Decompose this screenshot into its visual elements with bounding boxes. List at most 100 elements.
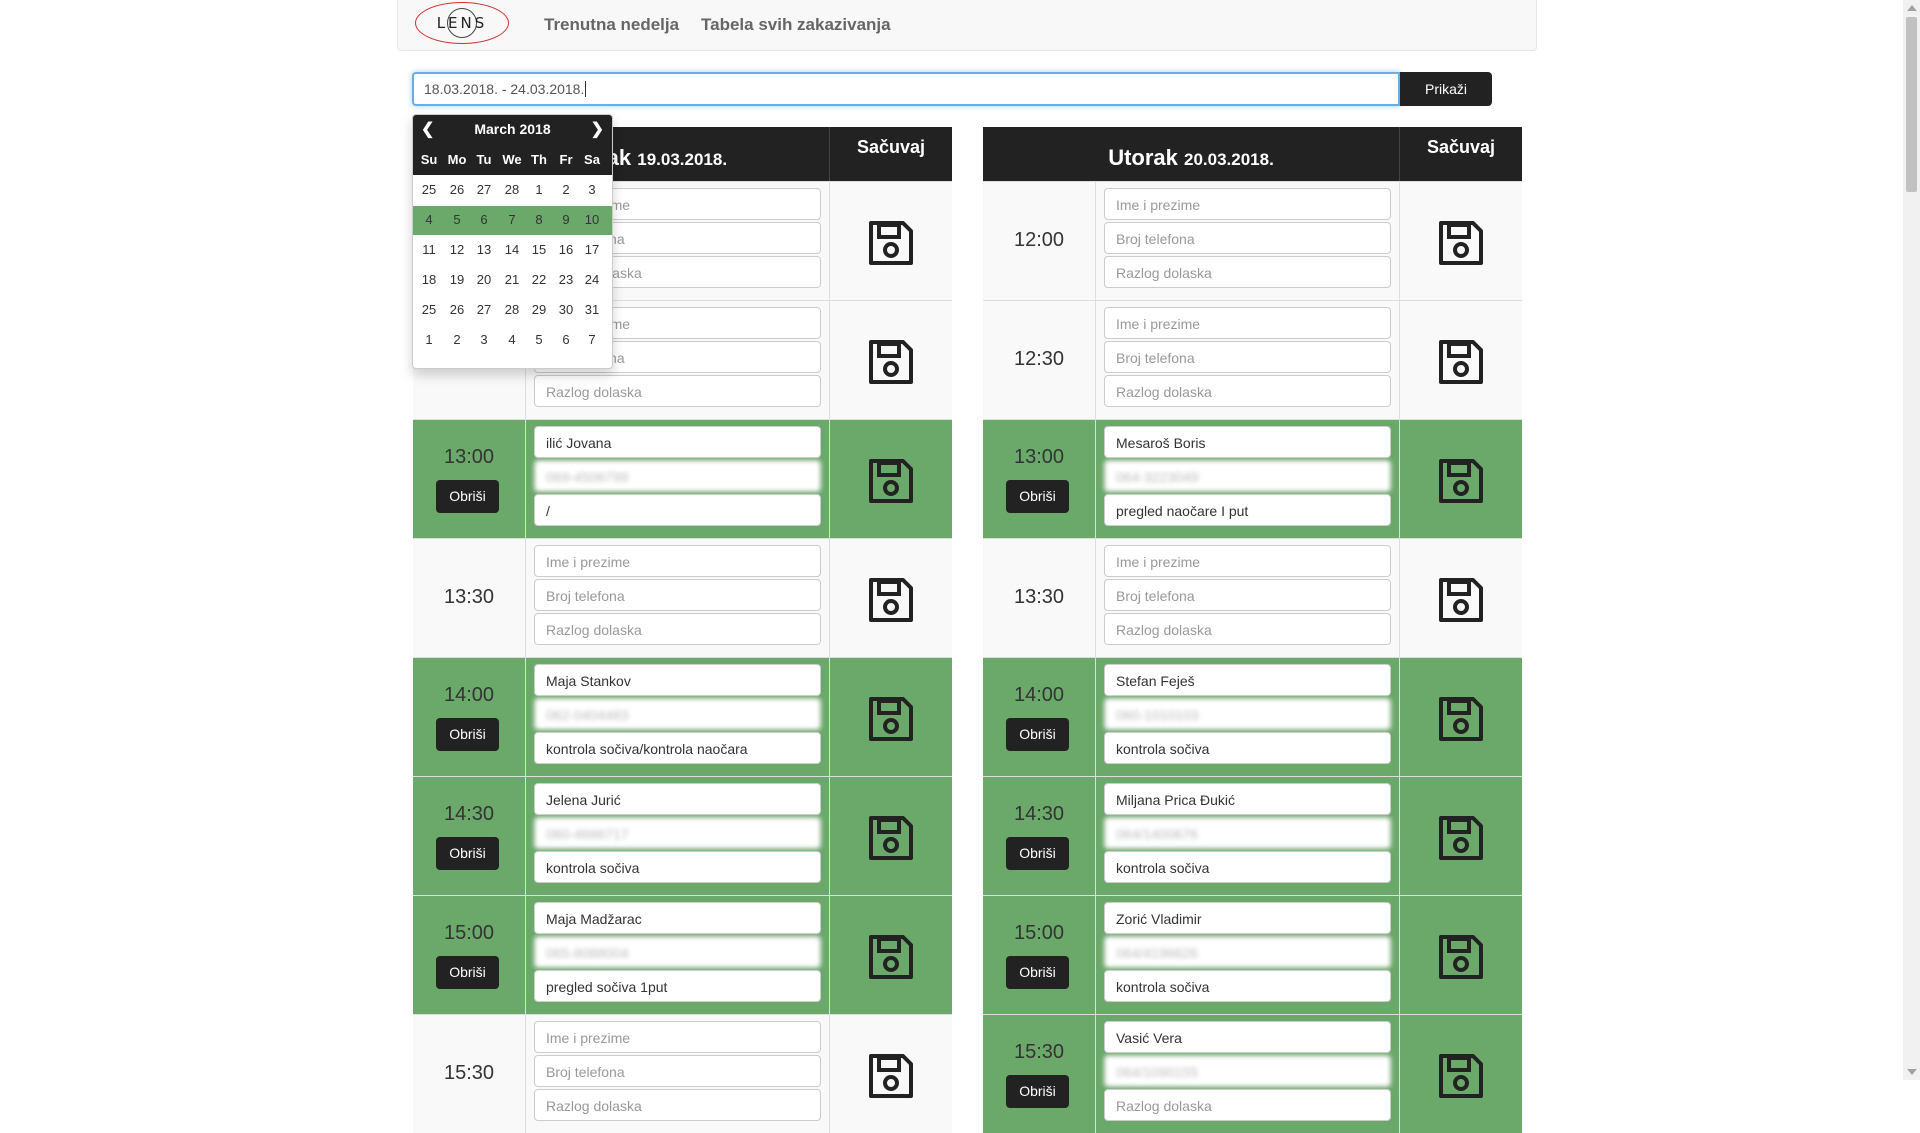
page-scrollbar[interactable] [1903,0,1920,1080]
name-field[interactable]: Ime i prezime [1104,188,1391,220]
show-button[interactable]: Prikaži [1400,72,1492,106]
datepicker-day[interactable]: 8 [525,212,553,227]
datepicker-day[interactable]: 15 [525,242,553,257]
datepicker-day[interactable]: 28 [498,302,526,317]
datepicker-month-title[interactable]: March 2018 [413,121,612,137]
phone-field[interactable]: Broj telefona [534,579,821,611]
phone-field[interactable]: 064/1400676 [1104,817,1391,849]
datepicker-day[interactable]: 30 [552,302,580,317]
name-field[interactable]: Ime i prezime [1104,545,1391,577]
datepicker-day[interactable]: 26 [443,302,471,317]
reason-field[interactable]: Razlog dolaska [1104,1089,1391,1121]
floppy-disk-icon[interactable] [867,457,915,505]
datepicker-day[interactable]: 14 [498,242,526,257]
datepicker-day[interactable]: 6 [552,332,580,347]
datepicker-day[interactable]: 5 [525,332,553,347]
floppy-disk-icon[interactable] [1437,576,1485,624]
reason-field[interactable]: Razlog dolaska [1104,375,1391,407]
name-field[interactable]: Ime i prezime [534,1021,821,1053]
phone-field[interactable]: 064-3223049 [1104,460,1391,492]
floppy-disk-icon[interactable] [867,219,915,267]
delete-button[interactable]: Obriši [436,956,499,989]
reason-field[interactable]: kontrola sočiva [1104,970,1391,1002]
phone-field[interactable]: 064/1090155 [1104,1055,1391,1087]
datepicker-day[interactable]: 16 [552,242,580,257]
phone-field[interactable]: Broj telefona [1104,579,1391,611]
name-field[interactable]: Vasić Vera [1104,1021,1391,1053]
datepicker-day[interactable]: 10 [578,212,606,227]
datepicker-day[interactable]: 29 [525,302,553,317]
scroll-up-arrow-icon[interactable] [1907,5,1917,11]
delete-button[interactable]: Obriši [1006,837,1069,870]
name-field[interactable]: Stefan Feješ [1104,664,1391,696]
delete-button[interactable]: Obriši [1006,480,1069,513]
name-field[interactable]: Mesaroš Boris [1104,426,1391,458]
lens-logo[interactable]: LENS [415,2,511,46]
phone-field[interactable]: Broj telefona [1104,341,1391,373]
phone-field[interactable]: Broj telefona [1104,222,1391,254]
datepicker-day[interactable]: 18 [415,272,443,287]
reason-field[interactable]: Razlog dolaska [534,375,821,407]
phone-field[interactable]: 064/4196626 [1104,936,1391,968]
name-field[interactable]: ilić Jovana [534,426,821,458]
name-field[interactable]: Jelena Jurić [534,783,821,815]
phone-field[interactable]: 065-8088004 [534,936,821,968]
floppy-disk-icon[interactable] [1437,338,1485,386]
datepicker-day[interactable]: 9 [552,212,580,227]
floppy-disk-icon[interactable] [867,576,915,624]
scroll-down-arrow-icon[interactable] [1907,1069,1917,1075]
datepicker-day[interactable]: 25 [415,182,443,197]
date-range-input[interactable]: 18.03.2018. - 24.03.2018. [412,72,1400,106]
phone-field[interactable]: 060-1010103 [1104,698,1391,730]
phone-field[interactable]: 060-4666717 [534,817,821,849]
datepicker-day[interactable]: 3 [470,332,498,347]
delete-button[interactable]: Obriši [1006,956,1069,989]
phone-field[interactable]: Broj telefona [534,1055,821,1087]
floppy-disk-icon[interactable] [1437,814,1485,862]
reason-field[interactable]: / [534,494,821,526]
datepicker-day[interactable]: 2 [443,332,471,347]
delete-button[interactable]: Obriši [436,718,499,751]
datepicker-day[interactable]: 12 [443,242,471,257]
floppy-disk-icon[interactable] [1437,1052,1485,1100]
floppy-disk-icon[interactable] [1437,695,1485,743]
name-field[interactable]: Zorić Vladimir [1104,902,1391,934]
name-field[interactable]: Maja Madžarac [534,902,821,934]
reason-field[interactable]: Razlog dolaska [534,1089,821,1121]
datepicker-day[interactable]: 26 [443,182,471,197]
name-field[interactable]: Ime i prezime [1104,307,1391,339]
datepicker-day[interactable]: 13 [470,242,498,257]
datepicker-day[interactable]: 17 [578,242,606,257]
floppy-disk-icon[interactable] [867,1052,915,1100]
datepicker-day[interactable]: 5 [443,212,471,227]
floppy-disk-icon[interactable] [867,695,915,743]
floppy-disk-icon[interactable] [867,933,915,981]
datepicker-day[interactable]: 3 [578,182,606,197]
datepicker-day[interactable]: 4 [415,212,443,227]
datepicker-day[interactable]: 1 [525,182,553,197]
reason-field[interactable]: kontrola sočiva/kontrola naočara [534,732,821,764]
reason-field[interactable]: pregled naočare I put [1104,494,1391,526]
reason-field[interactable]: kontrola sočiva [1104,732,1391,764]
reason-field[interactable]: Razlog dolaska [1104,613,1391,645]
datepicker-day[interactable]: 11 [415,242,443,257]
nav-all-appointments[interactable]: Tabela svih zakazivanja [701,15,891,35]
datepicker-day[interactable]: 31 [578,302,606,317]
reason-field[interactable]: Razlog dolaska [1104,256,1391,288]
datepicker-day[interactable]: 27 [470,182,498,197]
datepicker-day[interactable]: 7 [578,332,606,347]
floppy-disk-icon[interactable] [1437,457,1485,505]
delete-button[interactable]: Obriši [436,480,499,513]
datepicker-day[interactable]: 21 [498,272,526,287]
reason-field[interactable]: kontrola sočiva [534,851,821,883]
floppy-disk-icon[interactable] [1437,219,1485,267]
reason-field[interactable]: Razlog dolaska [534,613,821,645]
datepicker-day[interactable]: 28 [498,182,526,197]
floppy-disk-icon[interactable] [867,814,915,862]
phone-field[interactable]: 062-0404483 [534,698,821,730]
floppy-disk-icon[interactable] [1437,933,1485,981]
nav-current-week[interactable]: Trenutna nedelja [544,15,679,35]
scroll-thumb[interactable] [1906,17,1917,192]
datepicker-day[interactable]: 6 [470,212,498,227]
datepicker-day[interactable]: 1 [415,332,443,347]
